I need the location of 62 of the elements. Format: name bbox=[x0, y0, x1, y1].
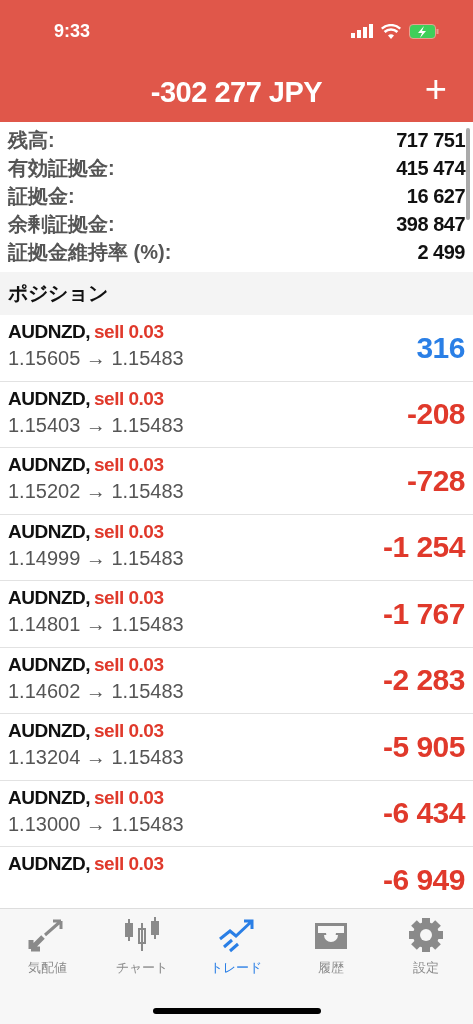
position-row[interactable]: AUDNZD, sell 0.03 1.14602 → 1.15483 -2 283 bbox=[0, 647, 473, 714]
symbol-text: AUDNZD, bbox=[8, 853, 90, 875]
profit-value: -6 949 bbox=[382, 862, 465, 897]
price-text: 1.15403 → 1.15483 bbox=[8, 413, 184, 437]
price-text: 1.13204 → 1.15483 bbox=[8, 746, 184, 769]
order-text: sell 0.03 bbox=[94, 321, 164, 343]
order-text: sell 0.03 bbox=[94, 520, 164, 543]
symbol-text: AUDNZD, bbox=[8, 720, 90, 742]
account-value: 2 499 bbox=[417, 240, 465, 264]
add-button[interactable]: + bbox=[420, 70, 451, 108]
wifi-icon bbox=[381, 23, 401, 39]
profit-value: -1 767 bbox=[382, 596, 465, 631]
position-row[interactable]: AUDNZD, sell 0.03 1.15403 → 1.15483 -208 bbox=[0, 381, 473, 448]
account-label: 残高: bbox=[8, 127, 55, 153]
battery-icon bbox=[409, 23, 439, 39]
price-text: 1.14602 → 1.15483 bbox=[8, 679, 184, 703]
signal-icon bbox=[351, 24, 373, 38]
account-value: 398 847 bbox=[396, 212, 465, 236]
position-row[interactable]: AUDNZD, sell 0.03 1.13000 → 1.15483 -6 434 bbox=[0, 780, 473, 847]
profit-value: -1 254 bbox=[382, 530, 465, 565]
order-text: sell 0.03 bbox=[94, 653, 164, 676]
order-text: sell 0.03 bbox=[94, 587, 164, 609]
symbol-text: AUDNZD, bbox=[8, 387, 90, 410]
trend-icon bbox=[216, 917, 257, 953]
profit-value: -728 bbox=[406, 463, 465, 498]
profit-value: -5 905 bbox=[382, 729, 465, 764]
symbol-text: AUDNZD, bbox=[8, 454, 90, 476]
account-value: 415 474 bbox=[396, 156, 465, 180]
order-text: sell 0.03 bbox=[94, 720, 164, 742]
price-text: 1.14801 → 1.15483 bbox=[8, 613, 184, 636]
account-label: 余剰証拠金: bbox=[8, 211, 115, 237]
profit-value: -208 bbox=[406, 397, 465, 432]
symbol-text: AUDNZD, bbox=[8, 786, 90, 809]
order-text: sell 0.03 bbox=[94, 853, 164, 875]
account-value: 717 751 bbox=[396, 128, 465, 152]
symbol-text: AUDNZD, bbox=[8, 520, 90, 543]
profit-value: -2 283 bbox=[382, 663, 465, 698]
price-text: 1.13000 → 1.15483 bbox=[8, 812, 184, 836]
status-time: 9:33 bbox=[54, 20, 91, 42]
profit-value: 316 bbox=[416, 330, 465, 365]
position-row[interactable]: AUDNZD, sell 0.03 1.15202 → 1.15483 -728 bbox=[0, 448, 473, 515]
symbol-text: AUDNZD, bbox=[8, 321, 90, 343]
order-text: sell 0.03 bbox=[94, 786, 164, 809]
account-label: 有効証拠金: bbox=[8, 155, 115, 181]
price-text: 1.14999 → 1.15483 bbox=[8, 546, 184, 570]
price-text: 1.15605 → 1.15483 bbox=[8, 347, 184, 370]
tab[interactable]: トレード bbox=[196, 917, 277, 977]
floating-profit-title: -302 277 JPY bbox=[150, 75, 323, 109]
position-row[interactable]: AUDNZD, sell 0.03 1.14999 → 1.15483 -1 254 bbox=[0, 514, 473, 581]
position-row[interactable]: AUDNZD, sell 0.03 1.15605 → 1.15483 316 bbox=[0, 315, 473, 382]
symbol-text: AUDNZD, bbox=[8, 653, 90, 676]
position-row[interactable]: AUDNZD, sell 0.03 1.13204 → 1.15483 -5 905 bbox=[0, 714, 473, 781]
profit-value: -6 434 bbox=[382, 796, 465, 831]
position-row[interactable]: AUDNZD, sell 0.03 1.14801 → 1.15483 -1 767 bbox=[0, 581, 473, 648]
symbol-text: AUDNZD, bbox=[8, 587, 90, 609]
section-title: ポジション bbox=[8, 281, 108, 306]
account-value: 16 627 bbox=[406, 184, 465, 208]
account-label: 証拠金維持率 (%): bbox=[8, 239, 172, 265]
order-text: sell 0.03 bbox=[94, 387, 164, 410]
order-text: sell 0.03 bbox=[94, 454, 164, 476]
price-text: 1.15202 → 1.15483 bbox=[8, 480, 184, 503]
account-label: 証拠金: bbox=[8, 183, 75, 209]
